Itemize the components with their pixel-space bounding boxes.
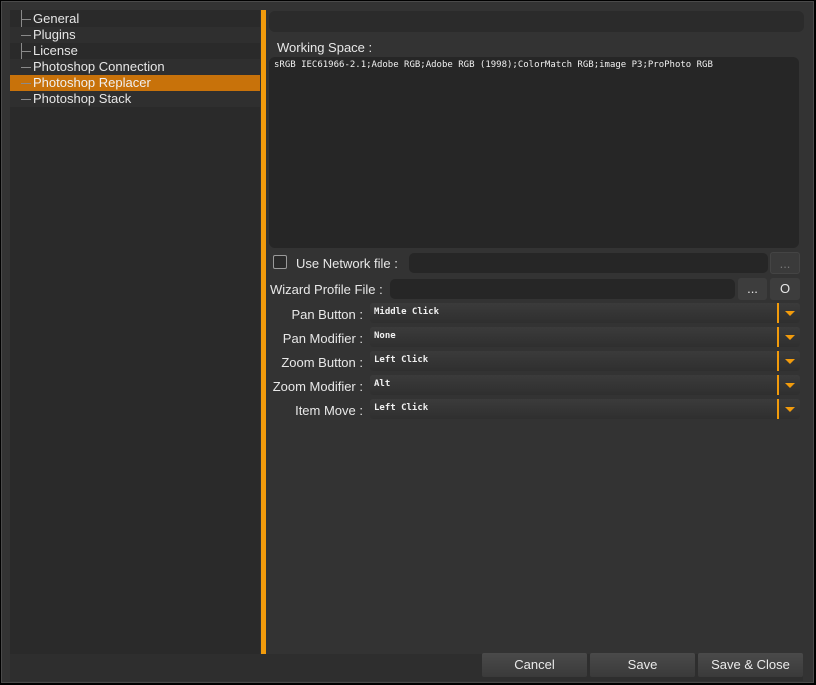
- pan-button-label: Pan Button :: [291, 307, 363, 322]
- wizard-profile-browse-button[interactable]: ...: [738, 278, 767, 300]
- zoom-button-value: Left Click: [374, 355, 429, 365]
- tree-item-general[interactable]: General: [10, 11, 260, 27]
- tree-item-label: Photoshop Stack: [33, 91, 132, 106]
- cancel-button[interactable]: Cancel: [482, 653, 587, 677]
- wizard-profile-label: Wizard Profile File :: [270, 282, 383, 297]
- tree-item-label: License: [33, 43, 78, 58]
- tree-item-label: General: [33, 11, 80, 26]
- item-move-value: Left Click: [374, 403, 429, 413]
- panel-splitter[interactable]: [261, 10, 266, 654]
- tree-item-label: Plugins: [33, 27, 76, 42]
- tree-item-photoshop-replacer[interactable]: Photoshop Replacer: [10, 75, 260, 91]
- pan-button-select[interactable]: Middle Click: [370, 303, 800, 323]
- tree-item-photoshop-stack[interactable]: Photoshop Stack: [10, 91, 260, 107]
- item-move-label: Item Move :: [295, 403, 363, 418]
- dropdown-arrow-icon: [785, 407, 795, 412]
- tree-item-label: Photoshop Replacer: [33, 75, 151, 90]
- dropdown-arrow-icon: [785, 335, 795, 340]
- pan-modifier-select[interactable]: None: [370, 327, 800, 347]
- combo-divider: [777, 327, 779, 347]
- tree-item-photoshop-connection[interactable]: Photoshop Connection: [10, 59, 260, 75]
- working-space-label: Working Space :: [277, 40, 373, 55]
- zoom-modifier-label: Zoom Modifier :: [272, 379, 363, 394]
- header-bar: [269, 11, 804, 32]
- tree-item-license[interactable]: License: [10, 43, 260, 59]
- use-network-file-label: Use Network file :: [296, 256, 398, 271]
- zoom-modifier-select[interactable]: Alt: [370, 375, 800, 395]
- tree-branch: [21, 67, 31, 68]
- tree-item-plugins[interactable]: Plugins: [10, 27, 260, 43]
- wizard-profile-open-button[interactable]: O: [770, 278, 800, 300]
- use-network-file-checkbox[interactable]: [273, 255, 287, 269]
- wizard-profile-input[interactable]: [390, 279, 735, 299]
- tree-branch: [21, 99, 31, 100]
- pan-button-value: Middle Click: [374, 307, 440, 317]
- zoom-modifier-value: Alt: [374, 379, 391, 389]
- tree-branch: [21, 19, 31, 20]
- pan-modifier-value: None: [374, 331, 396, 341]
- working-space-textarea[interactable]: sRGB IEC61966-2.1;Adobe RGB;Adobe RGB (1…: [269, 57, 799, 248]
- combo-divider: [777, 351, 779, 371]
- save-close-button[interactable]: Save & Close: [698, 653, 803, 677]
- dropdown-arrow-icon: [785, 383, 795, 388]
- combo-divider: [777, 375, 779, 395]
- pan-modifier-label: Pan Modifier :: [282, 331, 363, 346]
- network-file-browse-button[interactable]: ...: [770, 252, 800, 274]
- tree-branch: [21, 83, 31, 84]
- settings-tree: General Plugins License Photoshop Connec…: [10, 10, 260, 654]
- combo-divider: [777, 399, 779, 419]
- item-move-select[interactable]: Left Click: [370, 399, 800, 419]
- network-file-input[interactable]: [409, 253, 768, 273]
- dropdown-arrow-icon: [785, 311, 795, 316]
- tree-branch: [21, 35, 31, 36]
- dropdown-arrow-icon: [785, 359, 795, 364]
- combo-divider: [777, 303, 779, 323]
- tree-branch: [21, 51, 31, 52]
- working-space-value: sRGB IEC61966-2.1;Adobe RGB;Adobe RGB (1…: [274, 60, 713, 70]
- tree-item-label: Photoshop Connection: [33, 59, 165, 74]
- save-button[interactable]: Save: [590, 653, 695, 677]
- zoom-button-label: Zoom Button :: [281, 355, 363, 370]
- zoom-button-select[interactable]: Left Click: [370, 351, 800, 371]
